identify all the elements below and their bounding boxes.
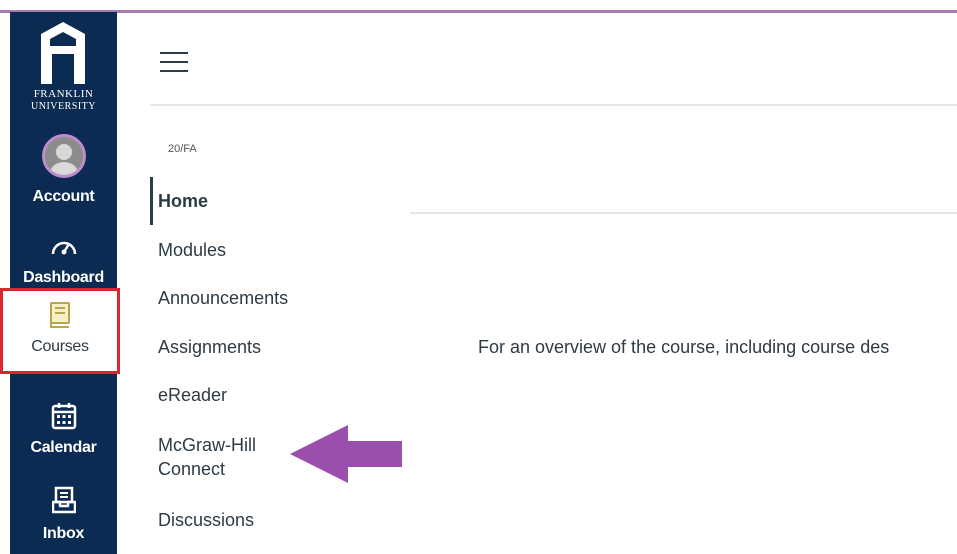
global-nav-dashboard[interactable]: Dashboard [10, 234, 117, 287]
global-nav-inbox[interactable]: Inbox [10, 486, 117, 543]
inbox-icon [51, 486, 76, 514]
calendar-label: Calendar [30, 439, 97, 456]
franklin-logo[interactable]: FRANKLIN UNIVERSITY [10, 12, 117, 130]
logo-line-1: FRANKLIN [33, 88, 94, 100]
annotation-arrow-icon [290, 425, 402, 483]
course-nav-mcgraw-hill-connect[interactable]: McGraw-Hill Connect [158, 433, 256, 481]
course-term: 20/FA [168, 143, 197, 155]
global-nav-courses[interactable]: Courses [0, 288, 120, 374]
courses-label: Courses [31, 338, 89, 355]
global-nav-calendar[interactable]: Calendar [10, 402, 117, 457]
logo-line-2: UNIVERSITY [31, 101, 96, 112]
account-label: Account [32, 188, 95, 205]
header-divider [150, 104, 957, 106]
active-indicator [150, 177, 153, 225]
franklin-logo-icon [41, 22, 85, 84]
courses-icon [50, 302, 70, 328]
mcgraw-line-1: McGraw-Hill [158, 435, 256, 455]
inbox-label: Inbox [42, 525, 85, 542]
calendar-icon [51, 403, 76, 430]
course-nav-home[interactable]: Home [158, 189, 208, 213]
dashboard-icon [51, 241, 76, 255]
course-nav-modules[interactable]: Modules [158, 238, 226, 262]
mcgraw-line-2: Connect [158, 459, 226, 479]
dashboard-label: Dashboard [23, 269, 104, 286]
menu-icon[interactable] [160, 52, 188, 72]
global-nav-account[interactable]: Account [10, 134, 117, 206]
avatar-icon [41, 134, 86, 178]
course-nav-announcements[interactable]: Announcements [158, 286, 288, 310]
course-nav-discussions[interactable]: Discussions [158, 508, 254, 532]
courses-item: Courses [3, 301, 117, 356]
course-overview-text: For an overview of the course, including… [478, 337, 890, 357]
course-nav-ereader[interactable]: eReader [158, 383, 227, 407]
content-divider [410, 212, 957, 214]
global-navigation: FRANKLIN UNIVERSITY Account Dashboard Ca… [10, 12, 117, 554]
top-accent-line [0, 10, 957, 13]
course-nav-assignments[interactable]: Assignments [158, 335, 261, 359]
